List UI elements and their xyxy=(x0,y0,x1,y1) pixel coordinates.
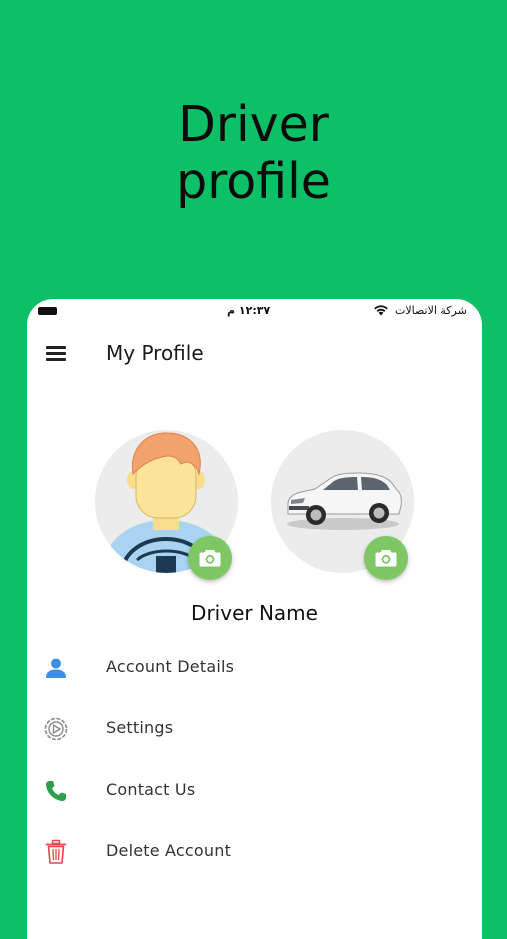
car-photo-camera-button[interactable] xyxy=(364,536,408,580)
menu-item-settings[interactable]: Settings xyxy=(27,706,482,750)
driver-name: Driver Name xyxy=(191,601,318,625)
promo-headline-line2: profile xyxy=(176,153,331,210)
app-bar: My Profile xyxy=(27,329,482,377)
page-title: My Profile xyxy=(106,341,204,365)
phone-icon xyxy=(46,781,66,801)
menu-item-label: Contact Us xyxy=(106,780,196,799)
camera-icon xyxy=(375,550,397,567)
menu-item-account-details[interactable]: Account Details xyxy=(27,645,482,689)
menu-item-delete-account[interactable]: Delete Account xyxy=(27,829,482,873)
menu-item-contact-us[interactable]: Contact Us xyxy=(27,768,482,812)
menu-icon-bar xyxy=(46,358,66,361)
promo-headline: Driver profile xyxy=(0,96,507,210)
menu-icon-bar xyxy=(46,352,66,355)
battery-icon xyxy=(38,307,57,315)
phone-screen: ١٢:٣٧ م شركة الاتصالات My Profile Driver… xyxy=(27,299,482,939)
menu-item-label: Account Details xyxy=(106,657,235,676)
camera-icon xyxy=(199,550,221,567)
status-time: ١٢:٣٧ م xyxy=(227,304,271,317)
carrier-name: شركة الاتصالات xyxy=(395,304,467,317)
menu-item-label: Delete Account xyxy=(106,841,232,860)
menu-item-label: Settings xyxy=(106,718,174,737)
wifi-icon xyxy=(374,305,388,316)
hamburger-menu-button[interactable] xyxy=(43,341,71,365)
trash-icon xyxy=(45,839,67,864)
status-bar: ١٢:٣٧ م شركة الاتصالات xyxy=(27,299,482,323)
driver-photo-camera-button[interactable] xyxy=(188,536,232,580)
promo-headline-line1: Driver xyxy=(178,96,329,153)
settings-icon xyxy=(44,717,68,741)
menu-icon-bar xyxy=(46,346,66,349)
person-icon xyxy=(46,658,66,678)
